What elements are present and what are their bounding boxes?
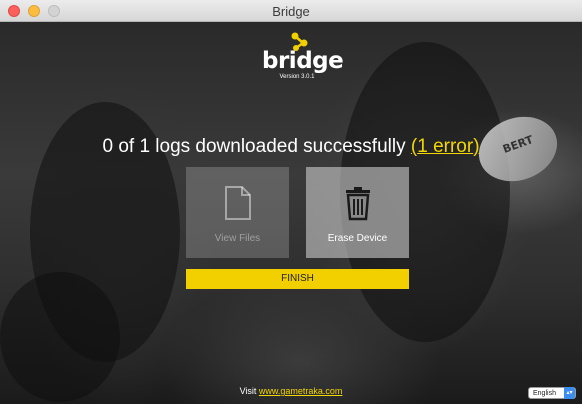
website-link[interactable]: www.gametraka.com bbox=[259, 386, 343, 396]
file-icon bbox=[225, 186, 251, 220]
select-arrows-icon: ▴▾ bbox=[564, 387, 575, 399]
app-version: Version 3.0.1 bbox=[279, 74, 315, 80]
erase-device-button[interactable]: Erase Device bbox=[306, 167, 409, 258]
view-files-button[interactable]: View Files bbox=[186, 167, 289, 258]
download-status-message: 0 of 1 logs downloaded successfully (1 e… bbox=[0, 136, 582, 158]
erase-device-label: Erase Device bbox=[327, 233, 388, 244]
trash-icon bbox=[346, 187, 370, 221]
language-select[interactable]: English ▴▾ bbox=[528, 387, 576, 399]
footer: Visit www.gametraka.com bbox=[0, 386, 582, 396]
footer-visit-text: Visit bbox=[239, 386, 259, 396]
finish-button[interactable]: FINISH bbox=[186, 269, 409, 289]
status-text: 0 of 1 logs downloaded successfully bbox=[102, 136, 411, 157]
logo-wordmark: bridge bbox=[262, 48, 344, 74]
window-title-bar: Bridge bbox=[0, 0, 582, 22]
error-paren-close: ) bbox=[473, 136, 480, 157]
view-files-label: View Files bbox=[214, 233, 261, 244]
bridge-logo: bridge Version 3.0.1 bbox=[262, 30, 344, 86]
error-details-link[interactable]: 1 error bbox=[417, 136, 473, 157]
window-title: Bridge bbox=[272, 4, 310, 19]
language-selected-value: English bbox=[533, 390, 556, 397]
